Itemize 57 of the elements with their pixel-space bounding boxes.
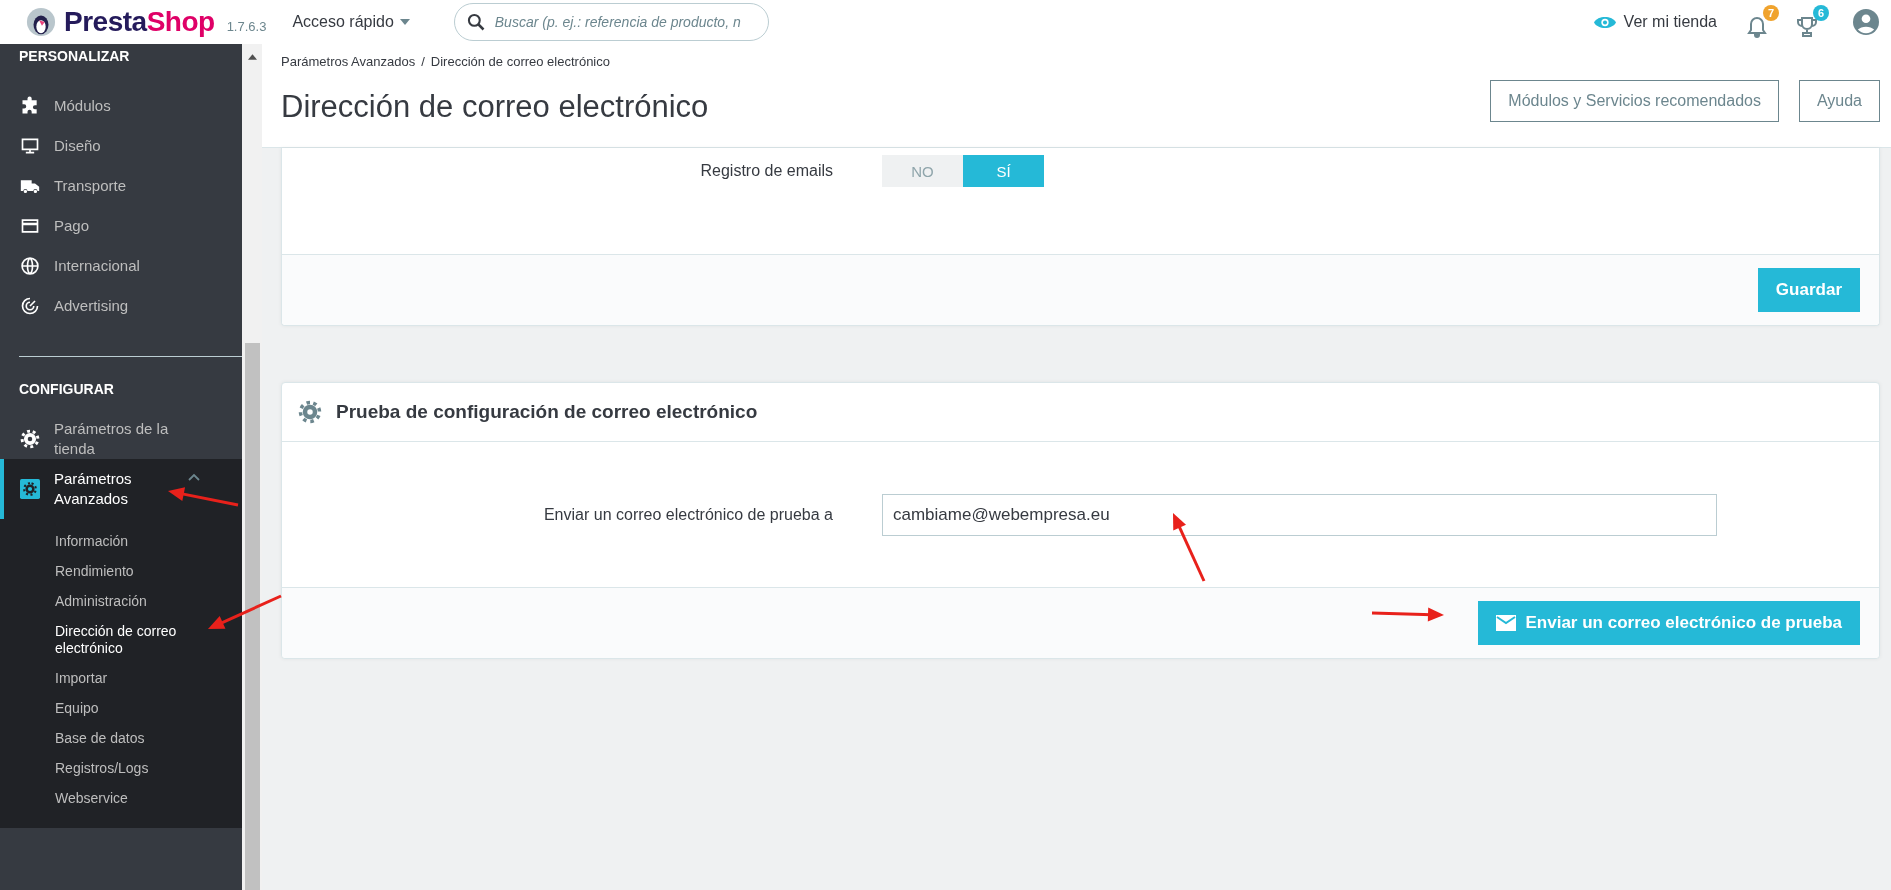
submenu-item[interactable]: Dirección de correo electrónico (0, 617, 242, 664)
breadcrumb-link[interactable]: Parámetros Avanzados (281, 54, 416, 69)
chevron-icon (188, 473, 200, 481)
submenu-item[interactable]: Rendimiento (0, 557, 242, 587)
submenu-item[interactable]: Administración (0, 587, 242, 617)
section-heading: CONFIGURAR (18, 380, 115, 399)
header-button[interactable]: Módulos y Servicios recomendados (1490, 80, 1779, 122)
submenu-item[interactable]: Webservice (0, 784, 242, 814)
logo-wordmark: PrestaShop (64, 6, 215, 38)
breadcrumb-separator: / (421, 54, 425, 69)
submenu-item[interactable]: Equipo (0, 694, 242, 724)
caret-icon (399, 19, 410, 25)
search-icon (465, 12, 486, 32)
trophy-icon (1795, 15, 1819, 39)
target-icon (20, 296, 40, 316)
view-store-link[interactable]: Ver mi tienda (1593, 13, 1717, 31)
monitor-icon (20, 136, 40, 156)
card-title: Prueba de configuración de correo electrónico (336, 401, 758, 423)
gear-icon (298, 400, 322, 424)
globe-icon (20, 256, 40, 276)
sidebar-item[interactable]: Internacional (0, 246, 242, 286)
sidebar-item[interactable]: Advertising (0, 286, 242, 326)
submenu-item[interactable]: Registros/Logs (0, 754, 242, 784)
sidebar-item[interactable]: Parámetros Avanzados (0, 459, 242, 519)
credit-card-icon (20, 216, 40, 236)
sidebar-item[interactable]: Transporte (0, 166, 242, 206)
header-button[interactable]: Ayuda (1798, 80, 1880, 122)
user-avatar-icon[interactable] (1853, 9, 1879, 35)
sidebar-item[interactable]: Pago (0, 206, 242, 246)
annotation-arrow (168, 487, 239, 507)
search-field[interactable]: Buscar (p. ej.: referencia de producto, n (453, 3, 769, 41)
bell-icon (1745, 15, 1769, 39)
breadcrumb-link[interactable]: Dirección de correo electrónico (430, 54, 610, 69)
gear-icon (20, 479, 40, 499)
submenu-item[interactable]: Importar (0, 664, 242, 694)
submenu-item[interactable]: Base de datos (0, 724, 242, 754)
eye-icon (1593, 14, 1616, 30)
count-badge: 7 (1763, 5, 1779, 21)
sidebar-item[interactable]: Módulos (0, 86, 242, 126)
submenu-item[interactable]: Información (0, 527, 242, 557)
email-input-field[interactable]: cambiame@webempresa.eu (882, 493, 1717, 536)
page-title: Dirección de correo electrónico (281, 89, 709, 125)
version-label: 1.7.6.3 (226, 18, 267, 34)
sidebar-item[interactable]: Diseño (0, 126, 242, 166)
puzzle-icon (20, 96, 40, 116)
envelope-icon (1495, 615, 1516, 631)
section-heading: PERSONALIZAR (18, 47, 131, 66)
sidebar-item[interactable]: Parámetros de la tienda (0, 419, 242, 459)
field-label: Registro de emails (699, 162, 833, 180)
count-badge: 6 (1813, 5, 1829, 21)
field-label: Enviar un correo electrónico de prueba a (542, 505, 833, 524)
scroll-up-icon[interactable] (247, 54, 257, 60)
gear-icon (20, 429, 40, 449)
scrollbar-thumb[interactable] (244, 343, 260, 890)
annotation-arrow (1173, 513, 1206, 582)
quick-access-menu[interactable]: Acceso rápido (286, 12, 416, 32)
penguin-logo-icon (26, 7, 56, 37)
